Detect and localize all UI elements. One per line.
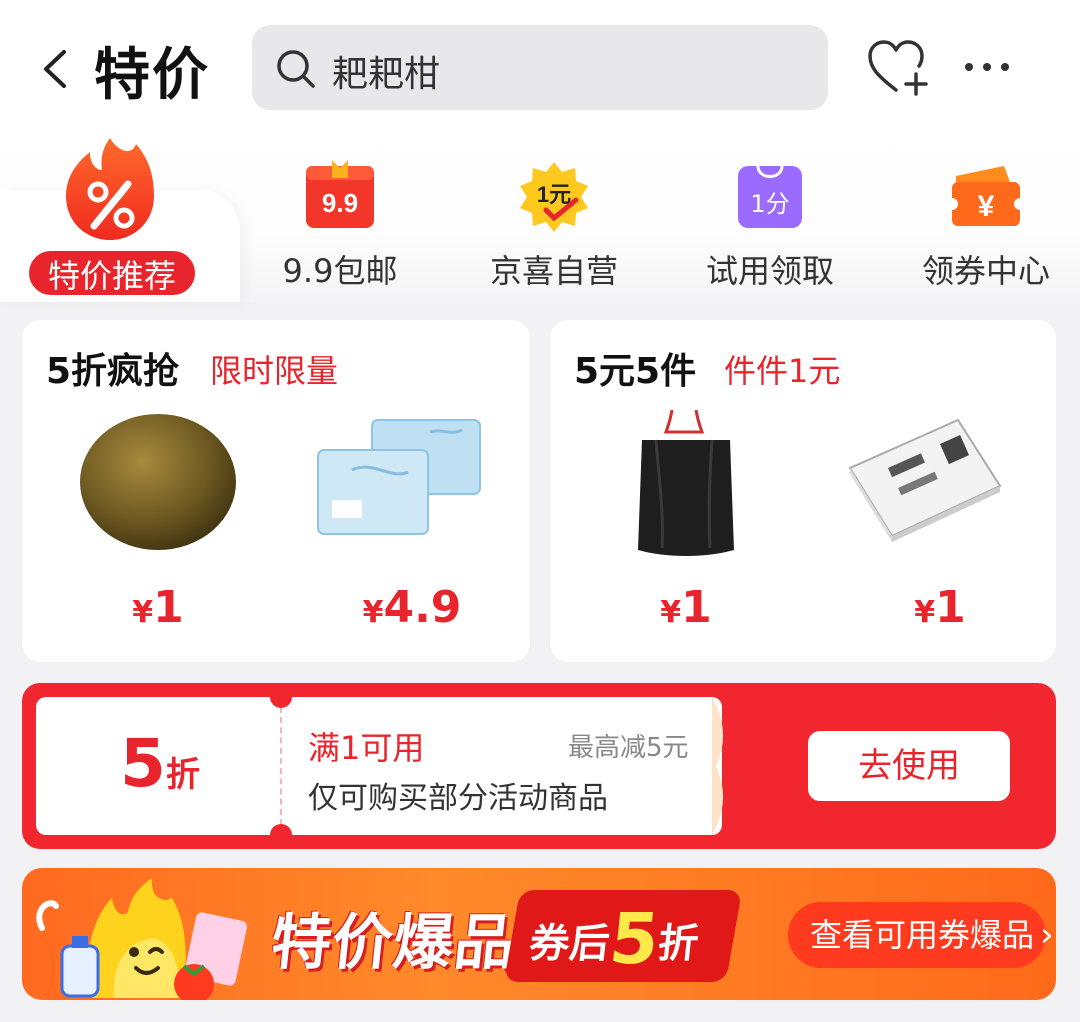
promo-card-half-price[interactable]: 5折疯抢 限时限量 ¥1 ¥4.9	[22, 320, 530, 662]
coupon-notch	[270, 686, 292, 708]
coupon-discount: 5折	[120, 725, 200, 802]
gift-box-icon-text: 9.9	[322, 188, 358, 218]
search-icon	[277, 50, 315, 88]
category-label: 9.9包邮	[282, 252, 398, 290]
hot-deals-banner[interactable]: 特价爆品 券后5折 查看可用券爆品 ›	[22, 868, 1056, 1000]
category-label: 京喜自营	[489, 252, 618, 290]
coupon-condition: 满1可用	[308, 729, 425, 767]
use-coupon-button[interactable]: 去使用	[808, 731, 1010, 801]
star-badge-icon-text: 1元	[537, 182, 571, 207]
ticket-icon: ¥	[950, 166, 1022, 226]
category-item-trial[interactable]: 1分 试用领取	[670, 160, 870, 300]
product-image-shipping-labels[interactable]	[840, 410, 1040, 560]
more-options-icon[interactable]	[962, 52, 1012, 82]
category-item-jingxi-self-operated[interactable]: 1元 京喜自营	[454, 160, 654, 300]
category-item-coupon-center[interactable]: ¥ 领券中心	[886, 160, 1080, 300]
card-title: 5折疯抢	[46, 351, 180, 392]
product-price: ¥4.9	[362, 582, 462, 633]
search-box[interactable]: 耙耙柑	[252, 25, 828, 110]
banner-title: 特价爆品	[267, 908, 520, 978]
card-title: 5元5件	[574, 351, 697, 392]
coupon-divider	[280, 707, 282, 825]
gift-box-icon: 9.9	[306, 160, 374, 228]
coupon-notch	[270, 824, 292, 846]
shopping-bag-icon: 1分	[738, 165, 802, 228]
product-price: ¥1	[660, 582, 712, 633]
product-image-monk-fruit[interactable]	[58, 410, 258, 560]
view-coupon-deals-button[interactable]: 查看可用券爆品 ›	[788, 902, 1054, 968]
coupon-wave-edge	[712, 697, 724, 835]
star-badge-icon: 1元	[520, 162, 588, 232]
category-label: 领券中心	[921, 252, 1050, 290]
coupon-description: 仅可购买部分活动商品	[308, 781, 608, 816]
heart-plus-icon[interactable]	[866, 38, 932, 98]
card-subtitle: 限时限量	[210, 352, 339, 390]
category-item-free-shipping[interactable]: 9.9 9.9包邮	[240, 160, 440, 300]
product-price: ¥1	[914, 582, 966, 633]
coupon-max-discount: 最高减5元	[568, 733, 689, 763]
coupon-body: 5折 满1可用 最高减5元 仅可购买部分活动商品	[36, 686, 722, 846]
category-strip: 特价推荐 9.9 9.9包邮 1元 京喜自营 1分 试用领取 ¥ 领券中心	[0, 130, 1080, 302]
back-arrow-icon[interactable]	[36, 44, 76, 94]
percent-flame-icon[interactable]	[62, 134, 158, 244]
search-query: 耙耙柑	[332, 54, 441, 95]
shopping-bag-icon-text: 1分	[750, 190, 789, 218]
category-tab-special-recommend[interactable]: 特价推荐	[26, 248, 198, 298]
promo-card-five-for-five[interactable]: 5元5件 件件1元 ¥1 ¥1	[550, 320, 1056, 662]
mascot-illustration	[36, 878, 247, 1000]
category-label: 试用领取	[705, 252, 834, 290]
product-price: ¥1	[132, 582, 184, 633]
chevron-right-icon: ›	[1040, 915, 1054, 955]
banner-tag: 券后5折	[527, 898, 701, 980]
page-title: 特价	[94, 43, 210, 108]
coupon-card: 5折 满1可用 最高减5元 仅可购买部分活动商品 去使用	[22, 683, 1056, 849]
ticket-icon-text: ¥	[978, 190, 995, 223]
product-image-garbage-bags[interactable]	[586, 409, 786, 560]
product-image-tissue[interactable]	[312, 410, 512, 560]
top-bar: 特价 耙耙柑	[0, 0, 1080, 130]
card-subtitle: 件件1元	[724, 352, 841, 390]
